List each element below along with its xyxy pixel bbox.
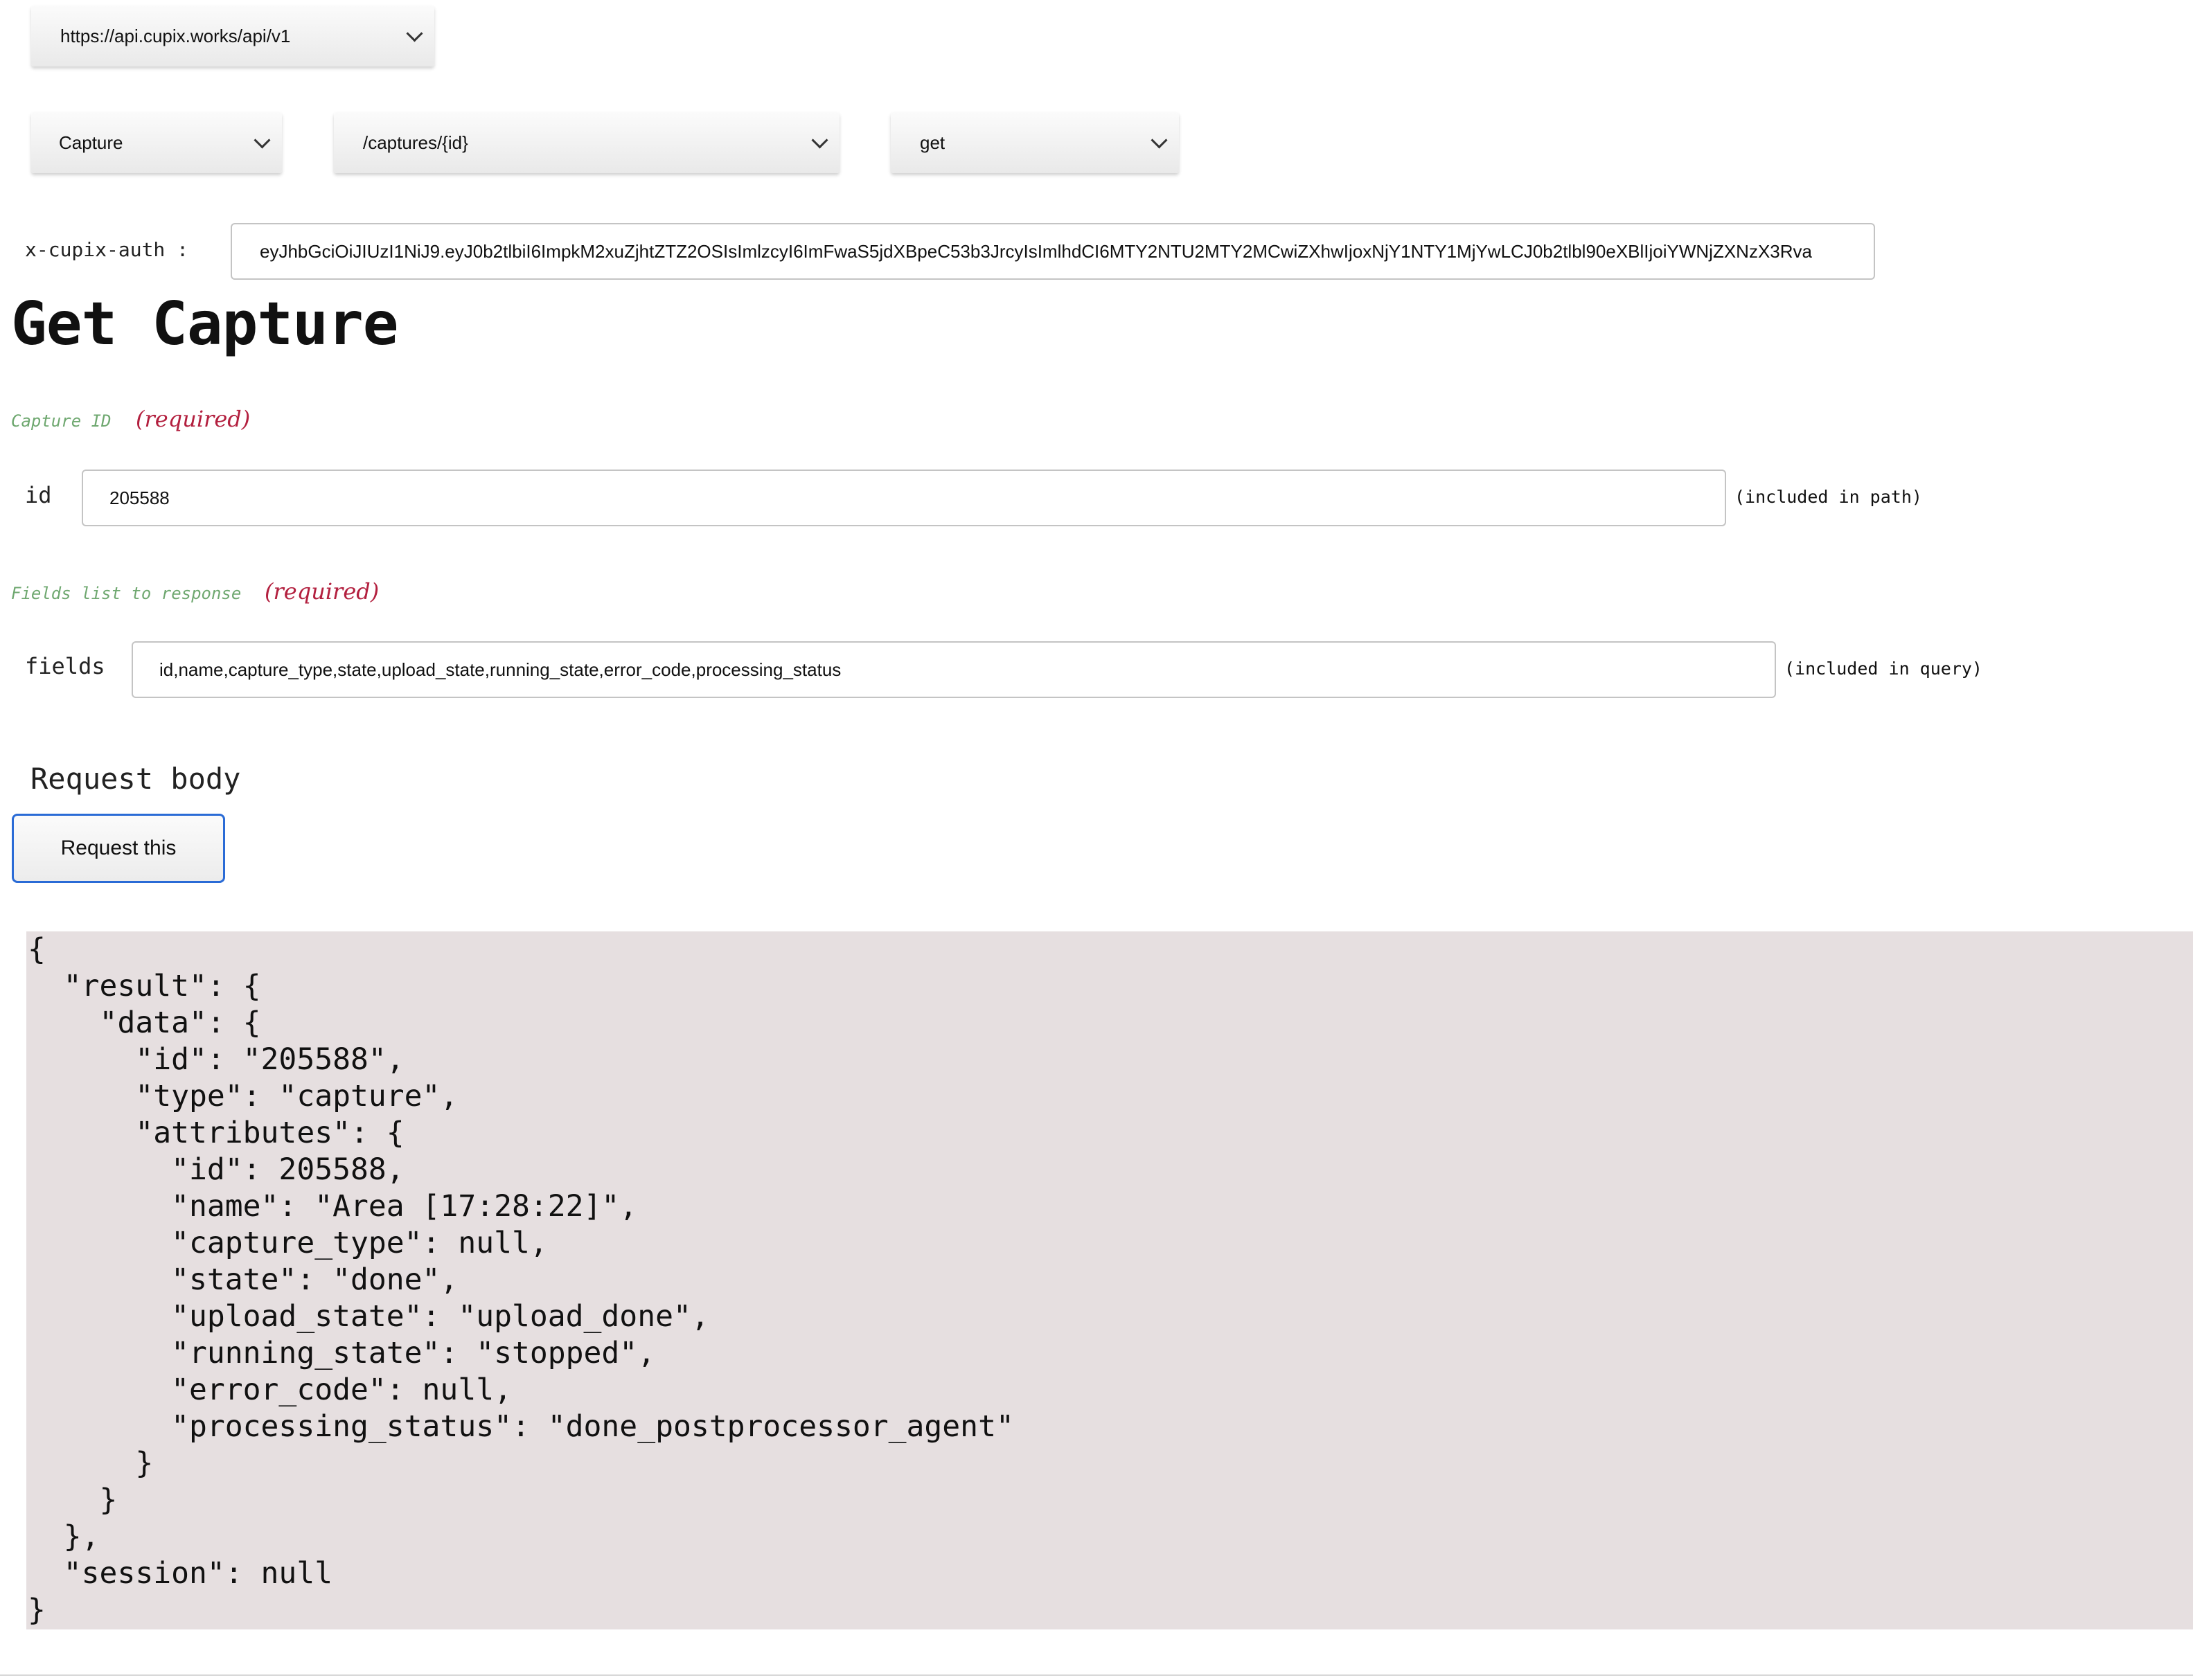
path-select-value: /captures/{id} [363, 132, 468, 153]
param-description-id: Capture ID [11, 411, 112, 431]
fields-input[interactable]: id,name,capture_type,state,upload_state,… [132, 641, 1776, 698]
auth-token-input[interactable]: eyJhbGciOiJIUzI1NiJ9.eyJ0b2tlbiI6ImpkM2x… [231, 223, 1875, 280]
resource-select-value: Capture [59, 132, 123, 153]
required-badge-id: (required) [136, 406, 251, 432]
request-this-button[interactable]: Request this [12, 814, 225, 883]
response-json: { "result": { "data": { "id": "205588", … [26, 931, 2193, 1629]
auth-header-label: x-cupix-auth : [25, 238, 189, 261]
method-select-value: get [920, 132, 945, 153]
chevron-down-icon [811, 131, 828, 149]
chevron-down-icon [406, 24, 423, 42]
param-name-fields: fields [25, 653, 105, 679]
id-input-value: 205588 [109, 487, 170, 508]
param-location-note-fields: (included in query) [1784, 659, 1982, 679]
auth-token-value: eyJhbGciOiJIUzI1NiJ9.eyJ0b2tlbiI6ImpkM2x… [260, 240, 1812, 262]
param-name-id: id [25, 482, 52, 508]
param-description-fields: Fields list to response [11, 584, 242, 603]
resource-select[interactable]: Capture [31, 112, 282, 173]
page-title: Get Capture [11, 289, 399, 359]
chevron-down-icon [254, 131, 271, 149]
required-badge-fields: (required) [265, 578, 380, 605]
fields-input-value: id,name,capture_type,state,upload_state,… [159, 659, 842, 680]
divider [0, 1674, 2193, 1676]
server-select-value: https://api.cupix.works/api/v1 [60, 25, 291, 46]
server-select[interactable]: https://api.cupix.works/api/v1 [31, 6, 434, 66]
path-select[interactable]: /captures/{id} [334, 112, 840, 173]
method-select[interactable]: get [891, 112, 1179, 173]
id-input[interactable]: 205588 [82, 470, 1726, 526]
chevron-down-icon [1151, 131, 1168, 149]
param-location-note-id: (included in path) [1734, 487, 1922, 507]
request-body-heading: Request body [30, 762, 241, 796]
